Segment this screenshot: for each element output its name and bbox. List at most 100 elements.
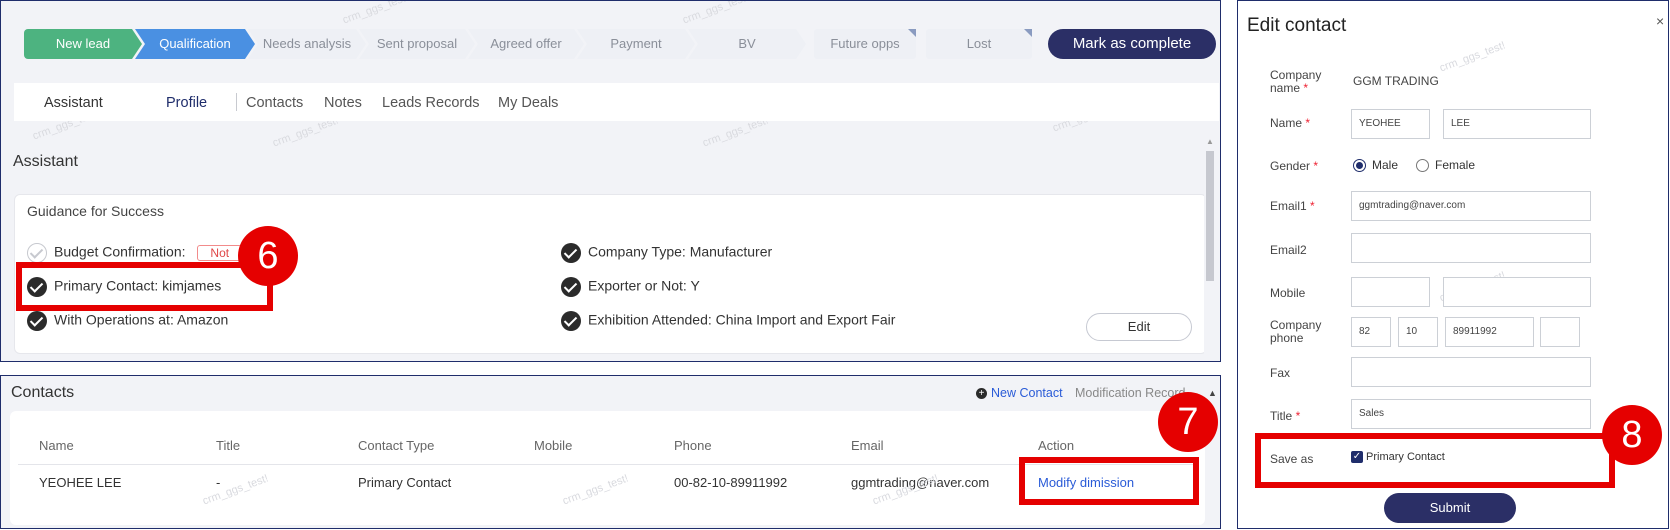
- radio-label: Male: [1372, 158, 1399, 172]
- company-name-value: GGM TRADING: [1353, 74, 1439, 88]
- guidance-label: Budget Confirmation:: [54, 243, 186, 260]
- first-name-field[interactable]: YEOHEE: [1351, 109, 1430, 139]
- cell-title: -: [216, 475, 221, 490]
- guidance-title: Guidance for Success: [27, 203, 164, 219]
- tab-bar: Assistant Profile Contacts Notes Leads R…: [14, 83, 1219, 121]
- guidance-value: Manufacturer: [689, 243, 773, 260]
- stage-new-lead[interactable]: New lead: [24, 29, 142, 59]
- guidance-value: Y: [690, 277, 700, 294]
- name-label: Name *: [1270, 117, 1310, 130]
- cell-name: YEOHEE LEE: [39, 475, 122, 490]
- title-label: Title *: [1270, 410, 1300, 423]
- column-header-contact-type: Contact Type: [358, 438, 435, 453]
- check-circle-icon: [561, 311, 581, 331]
- opportunity-panel: crm_ggs_test! crm_ggs_test! crm_ggs_test…: [0, 0, 1221, 362]
- scroll-up-icon[interactable]: ▲: [1206, 137, 1214, 146]
- guidance-value: China Import and Export Fair: [715, 311, 896, 328]
- gender-female-radio[interactable]: Female: [1416, 158, 1476, 173]
- highlight-box: [16, 262, 273, 311]
- tab-divider: [236, 93, 237, 111]
- tab-profile[interactable]: Profile: [166, 95, 207, 111]
- radio-empty-icon: [1416, 159, 1429, 173]
- status-badge: Not: [197, 244, 243, 261]
- column-header-email: Email: [851, 438, 884, 453]
- guidance-item-company-type: Company Type: Manufacturer: [561, 243, 772, 263]
- stage-qualification[interactable]: Qualification: [135, 29, 255, 59]
- required-marker: *: [1295, 409, 1301, 423]
- edit-contact-panel: Edit contact × crm_ggs_test! crm_ggs_tes…: [1237, 0, 1669, 529]
- edit-button[interactable]: Edit: [1086, 313, 1192, 341]
- submit-button[interactable]: Submit: [1384, 493, 1516, 523]
- highlight-box: [1019, 457, 1199, 505]
- column-header-title: Title: [216, 438, 241, 453]
- close-icon[interactable]: ×: [1656, 13, 1664, 29]
- last-name-field[interactable]: LEE: [1443, 109, 1591, 139]
- radio-label: Female: [1435, 158, 1476, 172]
- column-header-phone: Phone: [674, 438, 712, 453]
- check-circle-icon: [561, 243, 581, 263]
- guidance-label: Company Type:: [588, 243, 686, 260]
- tab-my-deals[interactable]: My Deals: [498, 95, 558, 111]
- phone-country-field[interactable]: 82: [1351, 317, 1391, 347]
- gender-male-radio[interactable]: Male: [1353, 158, 1399, 173]
- section-title: Assistant: [13, 153, 78, 170]
- email2-field[interactable]: [1351, 233, 1591, 263]
- guidance-label: With Operations at:: [54, 311, 174, 328]
- scroll-thumb[interactable]: [1206, 151, 1214, 281]
- stage-needs-analysis[interactable]: Needs analysis: [248, 29, 366, 59]
- tab-leads-records[interactable]: Leads Records: [382, 95, 480, 111]
- mobile-label: Mobile: [1270, 286, 1306, 300]
- watermark: crm_ggs_test!: [1438, 39, 1508, 75]
- column-header-action: Action: [1038, 438, 1075, 453]
- email1-field[interactable]: ggmtrading@naver.com: [1351, 191, 1591, 221]
- new-contact-label: New Contact: [991, 386, 1063, 400]
- stage-lost[interactable]: Lost: [926, 29, 1032, 59]
- tab-assistant[interactable]: Assistant: [44, 95, 103, 111]
- tab-notes[interactable]: Notes: [324, 95, 362, 111]
- guidance-item-budget: Budget Confirmation: Not: [27, 243, 243, 263]
- radio-selected-icon: [1353, 159, 1366, 173]
- column-header-name: Name: [39, 438, 74, 453]
- mark-as-complete-button[interactable]: Mark as complete: [1048, 29, 1216, 59]
- email1-label: Email1 *: [1270, 200, 1315, 213]
- fax-field[interactable]: [1351, 357, 1591, 387]
- required-marker: *: [1313, 159, 1319, 173]
- required-marker: *: [1310, 199, 1315, 213]
- guidance-label: Exhibition Attended:: [588, 311, 712, 328]
- collapse-icon[interactable]: ▲: [1208, 388, 1217, 398]
- tab-contacts[interactable]: Contacts: [246, 95, 303, 111]
- stage-payment[interactable]: Payment: [577, 29, 695, 59]
- guidance-item-exhibition: Exhibition Attended: China Import and Ex…: [561, 311, 895, 331]
- guidance-label: Exporter or Not:: [588, 277, 687, 294]
- stage-future-opps[interactable]: Future opps: [814, 29, 916, 59]
- contacts-panel: Contacts + New Contact Modification Recor…: [0, 375, 1221, 529]
- stage-bv[interactable]: BV: [688, 29, 806, 59]
- column-header-mobile: Mobile: [534, 438, 573, 453]
- phone-extension-field[interactable]: [1540, 317, 1580, 347]
- label-text: Name: [1270, 116, 1303, 130]
- gender-label: Gender *: [1270, 160, 1318, 173]
- email2-label: Email2: [1270, 243, 1307, 257]
- phone-area-field[interactable]: 10: [1398, 317, 1438, 347]
- title-field[interactable]: Sales: [1351, 399, 1591, 429]
- watermark: crm_ggs_test!: [681, 0, 751, 27]
- guidance-item-exporter: Exporter or Not: Y: [561, 277, 700, 297]
- stage-agreed-offer[interactable]: Agreed offer: [468, 29, 584, 59]
- new-contact-button[interactable]: + New Contact: [976, 386, 1063, 400]
- required-marker: *: [1305, 116, 1311, 130]
- contacts-title: Contacts: [11, 384, 75, 401]
- guidance-value: Amazon: [176, 311, 229, 328]
- label-text: Title: [1270, 409, 1293, 423]
- mobile-number-field[interactable]: [1443, 277, 1591, 307]
- step-badge: 8: [1602, 405, 1662, 465]
- check-circle-icon: [27, 243, 47, 263]
- label-text: Gender: [1270, 159, 1311, 173]
- mobile-code-field[interactable]: [1351, 277, 1430, 307]
- label-text: Company name: [1270, 68, 1322, 95]
- cell-contact-type: Primary Contact: [358, 475, 452, 490]
- check-circle-icon: [561, 277, 581, 297]
- stage-sent-proposal[interactable]: Sent proposal: [359, 29, 475, 59]
- cell-phone: 00-82-10-89911992: [674, 475, 788, 490]
- phone-number-field[interactable]: 89911992: [1445, 317, 1534, 347]
- plus-circle-icon: +: [976, 388, 987, 400]
